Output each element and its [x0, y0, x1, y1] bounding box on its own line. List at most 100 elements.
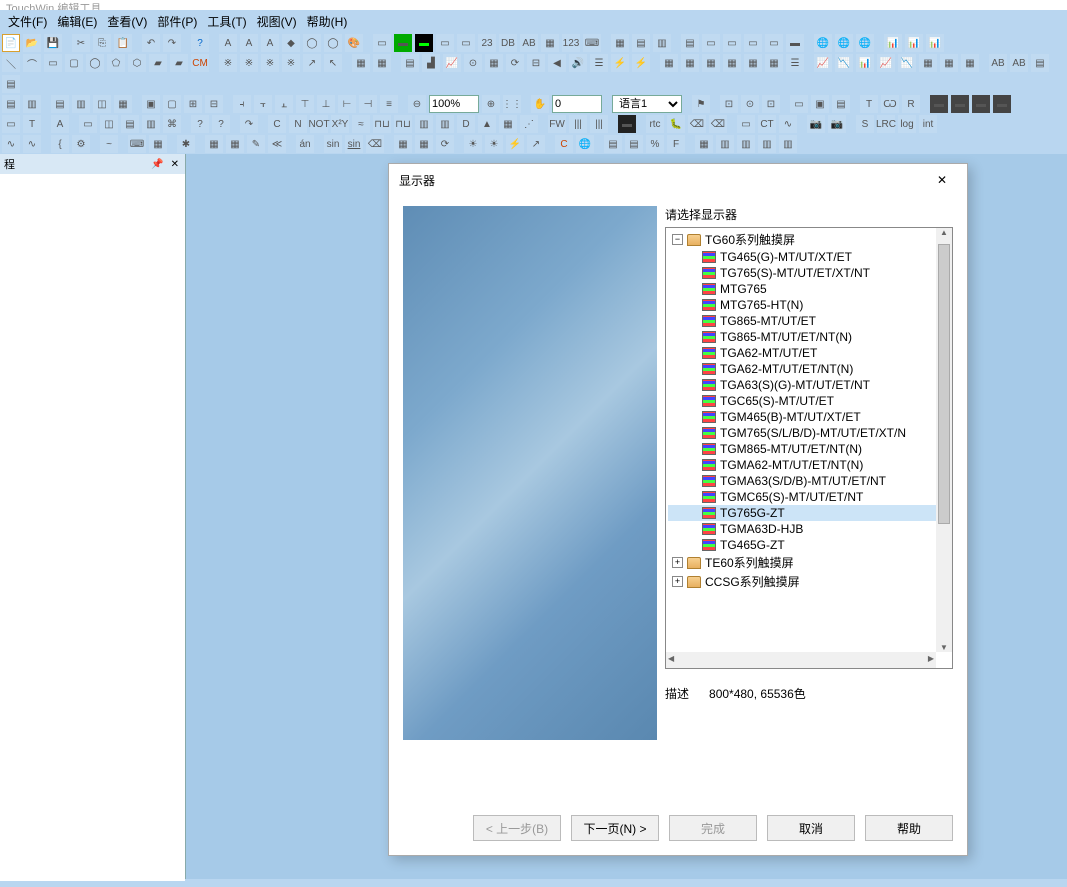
al1-icon[interactable]: ⫞: [233, 95, 251, 113]
cam1-icon[interactable]: 📷: [807, 115, 825, 133]
block-icon[interactable]: ▰: [170, 54, 188, 72]
text-a2-icon[interactable]: A: [240, 34, 258, 52]
poly2-icon[interactable]: ⬡: [128, 54, 146, 72]
al6-icon[interactable]: ⊢: [338, 95, 356, 113]
trend2-icon[interactable]: 📉: [835, 54, 853, 72]
btn-3-icon[interactable]: ▬: [415, 34, 433, 52]
q1-icon[interactable]: ?: [191, 115, 209, 133]
tri-icon[interactable]: ▲: [478, 115, 496, 133]
brace-icon[interactable]: {: [51, 135, 69, 153]
hand-icon[interactable]: ✋: [531, 95, 549, 113]
tree-item[interactable]: TGC65(S)-MT/UT/ET: [668, 393, 950, 409]
save-icon[interactable]: 💾: [44, 34, 62, 52]
panel-close-icon[interactable]: ✕: [169, 159, 181, 170]
grid2-icon[interactable]: ▦: [611, 34, 629, 52]
align6-icon[interactable]: ▦: [114, 95, 132, 113]
black-icon[interactable]: ▬: [618, 115, 636, 133]
expander-icon[interactable]: −: [672, 234, 683, 245]
x1-icon[interactable]: ※: [219, 54, 237, 72]
tree-item[interactable]: TG465(G)-MT/UT/XT/ET: [668, 249, 950, 265]
rtc-icon[interactable]: rtc: [646, 115, 664, 133]
tree-item[interactable]: TGM765(S/L/B/D)-MT/UT/ET/XT/N: [668, 425, 950, 441]
del2-icon[interactable]: ⌫: [709, 115, 727, 133]
o7-icon[interactable]: ↗: [527, 135, 545, 153]
y1-icon[interactable]: ▦: [352, 54, 370, 72]
stack-icon[interactable]: ▤: [401, 54, 419, 72]
tree-item[interactable]: TGA62-MT/UT/ET/NT(N): [668, 361, 950, 377]
zoom-out-icon[interactable]: ⊖: [408, 95, 426, 113]
ct-label-icon[interactable]: ▭: [737, 115, 755, 133]
scrollbar-horizontal[interactable]: [666, 652, 936, 668]
num-input[interactable]: [552, 95, 602, 113]
m3-icon[interactable]: ▦: [702, 54, 720, 72]
p5-icon[interactable]: ▥: [716, 135, 734, 153]
barchart3-icon[interactable]: 📊: [926, 34, 944, 52]
c-icon[interactable]: C: [268, 115, 286, 133]
x3-icon[interactable]: ※: [261, 54, 279, 72]
sel2-icon[interactable]: ⊙: [741, 95, 759, 113]
v2-icon[interactable]: ▣: [811, 95, 829, 113]
s4-icon[interactable]: ▭: [79, 115, 97, 133]
o5-icon[interactable]: ☀: [485, 135, 503, 153]
menu-file[interactable]: 文件(F): [4, 12, 51, 31]
m7-icon[interactable]: ☰: [786, 54, 804, 72]
grid1-icon[interactable]: ▦: [541, 34, 559, 52]
kb-icon[interactable]: ⌨: [128, 135, 146, 153]
p6-icon[interactable]: ▥: [737, 135, 755, 153]
star-icon[interactable]: ✱: [177, 135, 195, 153]
tree-item[interactable]: TG865-MT/UT/ET/NT(N): [668, 329, 950, 345]
new-icon[interactable]: 📄: [2, 34, 20, 52]
s-letter-icon[interactable]: S: [856, 115, 874, 133]
flag-icon[interactable]: ⚑: [692, 95, 710, 113]
trend3-icon[interactable]: 📊: [856, 54, 874, 72]
chart4-icon[interactable]: ▭: [744, 34, 762, 52]
pulse2-icon[interactable]: ⊓⊔: [394, 115, 412, 133]
dk2-icon[interactable]: ▬: [951, 95, 969, 113]
ungroup-icon[interactable]: ⊟: [205, 95, 223, 113]
s6-icon[interactable]: ▤: [121, 115, 139, 133]
log-icon[interactable]: log: [898, 115, 916, 133]
s7-icon[interactable]: ▥: [142, 115, 160, 133]
an-icon[interactable]: án: [296, 135, 314, 153]
tree-item[interactable]: TGA62-MT/UT/ET: [668, 345, 950, 361]
num23-icon[interactable]: 23: [478, 34, 496, 52]
p7-icon[interactable]: ▥: [758, 135, 776, 153]
al5-icon[interactable]: ⊥: [317, 95, 335, 113]
n-icon[interactable]: N: [289, 115, 307, 133]
tower-icon[interactable]: ▟: [422, 54, 440, 72]
trend5-icon[interactable]: 📉: [898, 54, 916, 72]
lang-select[interactable]: 语言1: [612, 95, 682, 113]
expander-icon[interactable]: +: [672, 557, 683, 568]
dk1-icon[interactable]: ▬: [930, 95, 948, 113]
chart1-icon[interactable]: ▤: [681, 34, 699, 52]
db-icon[interactable]: DB: [499, 34, 517, 52]
curve2-icon[interactable]: ∿: [23, 135, 41, 153]
tree-item[interactable]: TG865-MT/UT/ET: [668, 313, 950, 329]
ab-icon[interactable]: AB: [520, 34, 538, 52]
tree-item[interactable]: TGM465(B)-MT/UT/XT/ET: [668, 409, 950, 425]
cancel-button[interactable]: 取消: [767, 815, 855, 841]
tree-item[interactable]: TGMA63D-HJB: [668, 521, 950, 537]
align2-icon[interactable]: ▥: [23, 95, 41, 113]
fw-icon[interactable]: FW: [548, 115, 566, 133]
grid5-icon[interactable]: ▦: [499, 115, 517, 133]
wave2-icon[interactable]: ∿: [779, 115, 797, 133]
cam2-icon[interactable]: 📷: [828, 115, 846, 133]
front-icon[interactable]: ▣: [142, 95, 160, 113]
align4-icon[interactable]: ▥: [72, 95, 90, 113]
chart6-icon[interactable]: ▬: [786, 34, 804, 52]
sound-icon[interactable]: ◀: [548, 54, 566, 72]
bars-icon[interactable]: |||: [569, 115, 587, 133]
dialog-close-icon[interactable]: ✕: [927, 170, 957, 190]
menu-help[interactable]: 帮助(H): [303, 12, 352, 31]
tree-item[interactable]: TGA63(S)(G)-MT/UT/ET/NT: [668, 377, 950, 393]
t3-icon[interactable]: ✎: [247, 135, 265, 153]
s8-icon[interactable]: ⌘: [163, 115, 181, 133]
zoom-in-icon[interactable]: ⊕: [482, 95, 500, 113]
bug-icon[interactable]: 🐛: [667, 115, 685, 133]
barchart-icon[interactable]: 📊: [884, 34, 902, 52]
grid4-icon[interactable]: ▥: [653, 34, 671, 52]
slide-icon[interactable]: ⊟: [527, 54, 545, 72]
p1-icon[interactable]: ▤: [604, 135, 622, 153]
tilde-icon[interactable]: ~: [100, 135, 118, 153]
